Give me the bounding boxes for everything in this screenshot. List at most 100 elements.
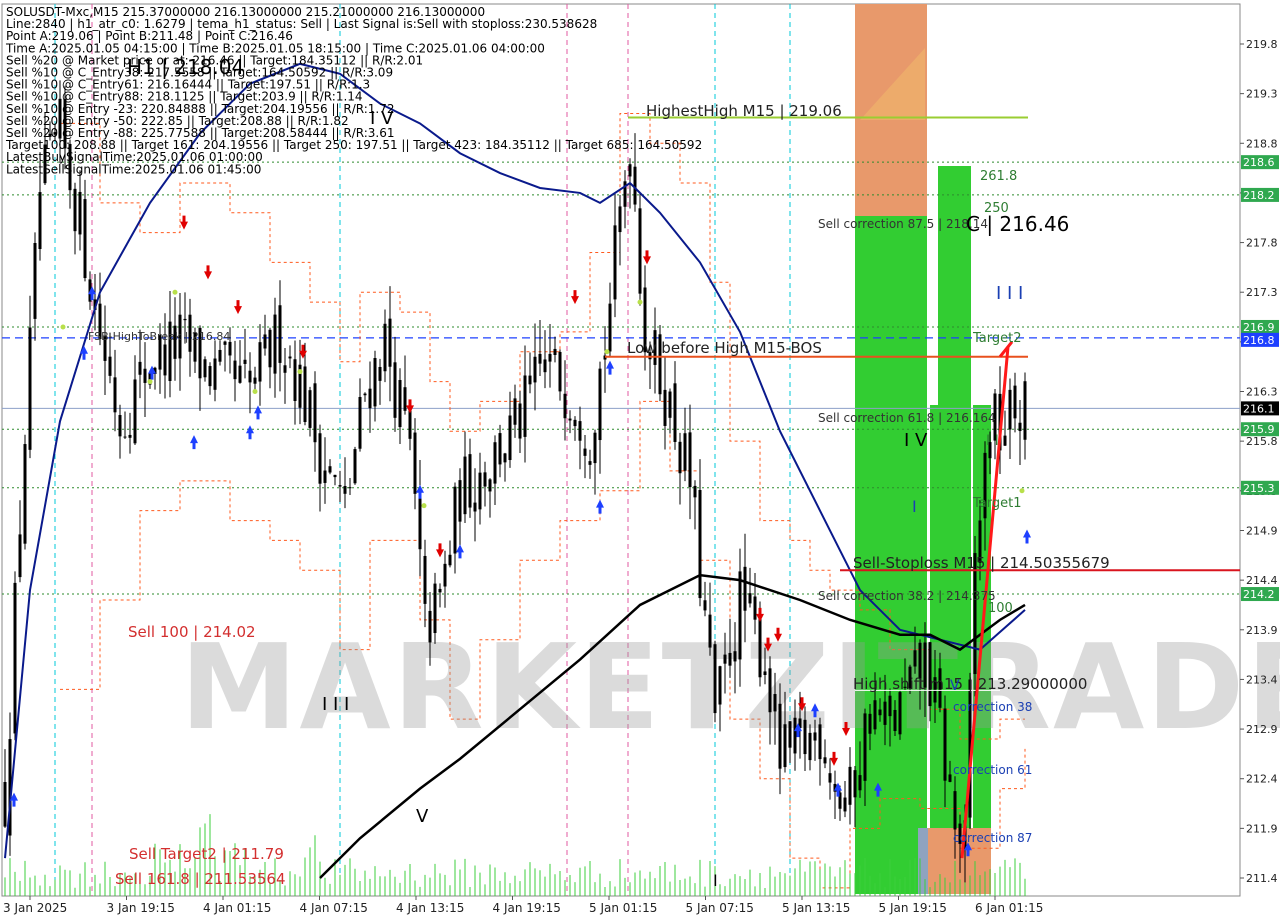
- candle: [213, 358, 217, 390]
- y-tick-label: 219.8: [1246, 38, 1278, 51]
- candle: [243, 359, 247, 364]
- candle: [703, 600, 707, 611]
- x-tick-label: 4 Jan 07:15: [300, 901, 368, 915]
- candle: [473, 502, 477, 512]
- candle: [118, 415, 122, 437]
- candle: [313, 383, 317, 443]
- candle: [383, 323, 387, 372]
- candle: [588, 461, 592, 465]
- candle: [238, 365, 242, 383]
- candle: [553, 348, 557, 356]
- candle: [608, 303, 612, 352]
- candle: [578, 421, 582, 441]
- candle: [518, 403, 522, 439]
- y-tick-label: 212.4: [1246, 773, 1278, 786]
- candle: [403, 387, 407, 411]
- x-tick-label: 4 Jan 01:15: [203, 901, 271, 915]
- candle: [498, 433, 502, 465]
- candle: [233, 360, 237, 380]
- y-tick-label: 211.9: [1246, 822, 1278, 835]
- y-tick-label: 214.9: [1246, 525, 1278, 538]
- candle: [423, 555, 427, 604]
- candle: [663, 389, 667, 426]
- candle: [1018, 422, 1022, 432]
- bos-label: Low before High M15-BOS: [627, 339, 822, 357]
- candle: [258, 342, 262, 382]
- fib-label: Sell correction 38.2 | 214.375: [818, 589, 996, 603]
- candle: [443, 563, 447, 587]
- signal-dot: [147, 379, 153, 385]
- candle: [273, 314, 277, 374]
- candle: [768, 668, 772, 713]
- candle: [318, 433, 322, 484]
- y-tick-label: 214.4: [1246, 574, 1278, 587]
- candle: [543, 359, 547, 373]
- candle: [378, 366, 382, 381]
- candle: [778, 703, 782, 769]
- candle: [668, 391, 672, 418]
- x-tick-label: 4 Jan 19:15: [493, 901, 561, 915]
- candle: [438, 588, 442, 593]
- candle: [513, 398, 517, 425]
- candle: [38, 192, 42, 250]
- candle: [828, 773, 832, 783]
- candle: [863, 713, 867, 781]
- candle: [708, 614, 712, 648]
- candle: [483, 472, 487, 487]
- candle: [853, 770, 857, 798]
- candle: [253, 377, 257, 384]
- price-badge-label: 215.9: [1243, 423, 1275, 436]
- price-badge-label: 214.2: [1243, 588, 1275, 601]
- candle: [338, 485, 342, 487]
- wave-label: V: [950, 678, 960, 694]
- candle: [868, 713, 872, 734]
- candle: [448, 554, 452, 566]
- candle: [763, 671, 767, 675]
- signal-dot: [1019, 488, 1025, 494]
- price-chart[interactable]: MARKETZITRADE HighestHigh M15 | 219.06 Lo…: [0, 0, 1280, 920]
- candle: [943, 708, 947, 781]
- candle: [453, 486, 457, 554]
- candle: [948, 774, 952, 782]
- candle: [33, 243, 37, 319]
- candle: [163, 344, 167, 376]
- candle: [773, 694, 777, 712]
- candle: [143, 368, 147, 383]
- fib-label: correction 61: [953, 763, 1032, 777]
- y-tick-label: 213.9: [1246, 624, 1278, 637]
- x-tick-label: 5 Jan 07:15: [686, 901, 754, 915]
- high-shift-label: High shift m15 | 213.29000000: [853, 675, 1087, 693]
- candle: [573, 419, 577, 427]
- x-tick-label: 3 Jan 2025: [3, 901, 67, 915]
- candle: [563, 393, 567, 419]
- candle: [133, 379, 137, 444]
- candle: [458, 480, 462, 522]
- candle: [78, 191, 82, 235]
- candle: [593, 432, 597, 464]
- candle: [568, 418, 572, 421]
- candle: [138, 361, 142, 375]
- candle: [808, 732, 812, 761]
- candle: [488, 479, 492, 492]
- candle: [503, 453, 507, 463]
- candle: [533, 356, 537, 383]
- candle: [328, 466, 332, 473]
- candle: [283, 365, 287, 373]
- candle: [683, 433, 687, 471]
- signal-dot: [252, 389, 258, 394]
- info-line: LatestSellSignalTime:2025.01.06 01:45:00: [6, 162, 261, 176]
- y-tick-label: 215.8: [1246, 435, 1278, 448]
- y-tick-label: 212.9: [1246, 723, 1278, 736]
- candle: [418, 492, 422, 550]
- candle: [718, 666, 722, 705]
- candle: [793, 717, 797, 754]
- fib-label: Sell correction 61.8 | 216.164: [818, 411, 996, 425]
- chart-canvas[interactable]: MARKETZITRADE HighestHigh M15 | 219.06Lo…: [0, 0, 1280, 920]
- candle: [208, 366, 212, 387]
- candle: [228, 341, 232, 356]
- candle: [1008, 389, 1012, 430]
- wave-label: I: [713, 871, 718, 890]
- green-zone: [930, 405, 940, 828]
- wave-label: I: [912, 497, 917, 516]
- y-tick-label: 219.3: [1246, 88, 1278, 101]
